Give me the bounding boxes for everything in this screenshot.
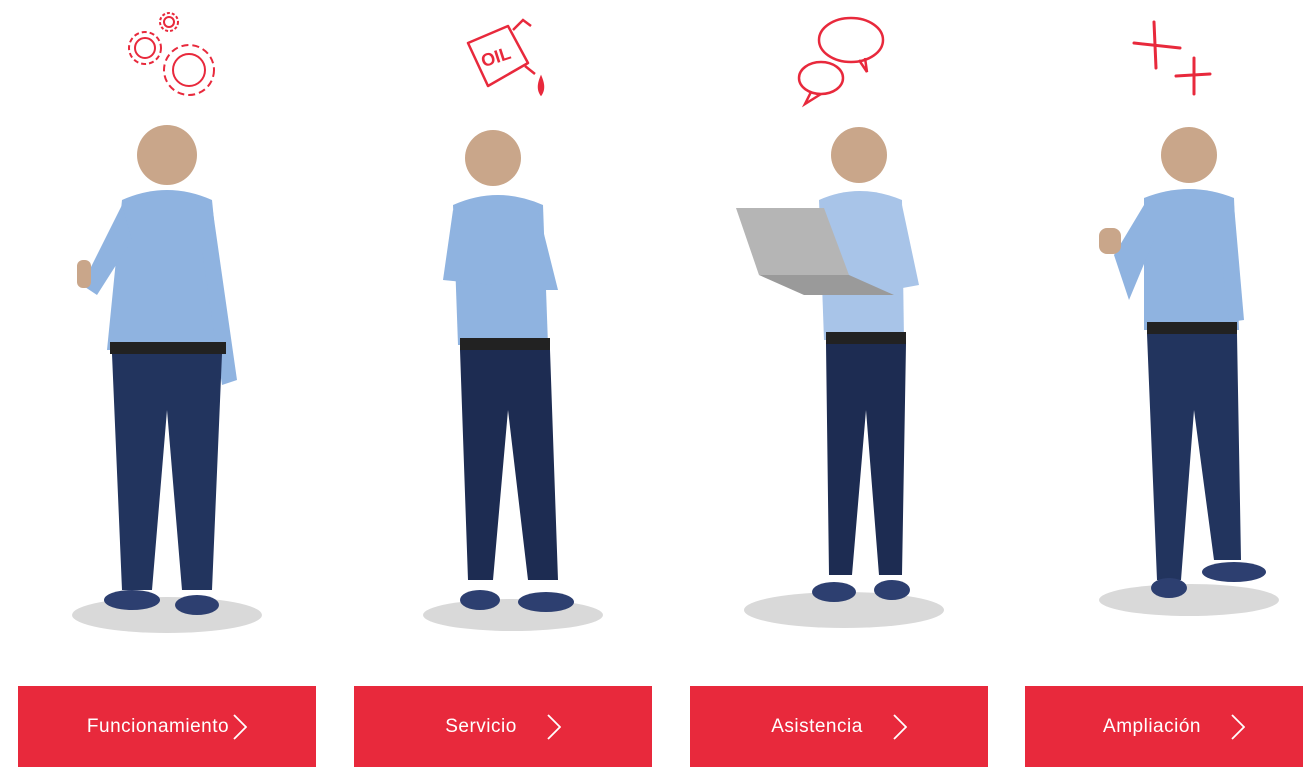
card-asistencia: Asistencia <box>690 0 988 767</box>
card-ampliacion: Ampliación <box>1025 0 1303 767</box>
ampliacion-button[interactable]: Ampliación <box>1025 686 1303 767</box>
asistencia-button[interactable]: Asistencia <box>690 686 988 767</box>
oil-can-icon: OIL <box>453 8 553 108</box>
chevron-right-icon <box>547 713 562 740</box>
card-funcionamiento: Funcionamiento <box>18 0 316 767</box>
svg-text:OIL: OIL <box>478 43 513 71</box>
technician-smiling <box>1069 110 1279 640</box>
chevron-right-icon <box>233 713 248 740</box>
funcionamiento-button[interactable]: Funcionamiento <box>18 686 316 767</box>
servicio-button[interactable]: Servicio <box>354 686 652 767</box>
technician-with-laptop <box>734 110 944 640</box>
plus-plus-icon <box>1124 8 1224 108</box>
chevron-right-icon <box>893 713 908 740</box>
ampliacion-button-label: Ampliación <box>1103 715 1201 737</box>
gears-icon <box>117 8 217 108</box>
technician-thinking <box>398 110 608 640</box>
chevron-right-icon <box>1231 713 1246 740</box>
asistencia-button-label: Asistencia <box>771 715 863 737</box>
chat-bubbles-icon <box>789 8 889 108</box>
card-servicio: OIL Servicio <box>354 0 652 767</box>
funcionamiento-button-label: Funcionamiento <box>86 715 230 737</box>
technician-thumbs-up <box>62 110 272 640</box>
servicio-button-label: Servicio <box>445 715 517 737</box>
service-cards: Funcionamiento OIL Servicio Asistencia A… <box>0 0 1303 767</box>
